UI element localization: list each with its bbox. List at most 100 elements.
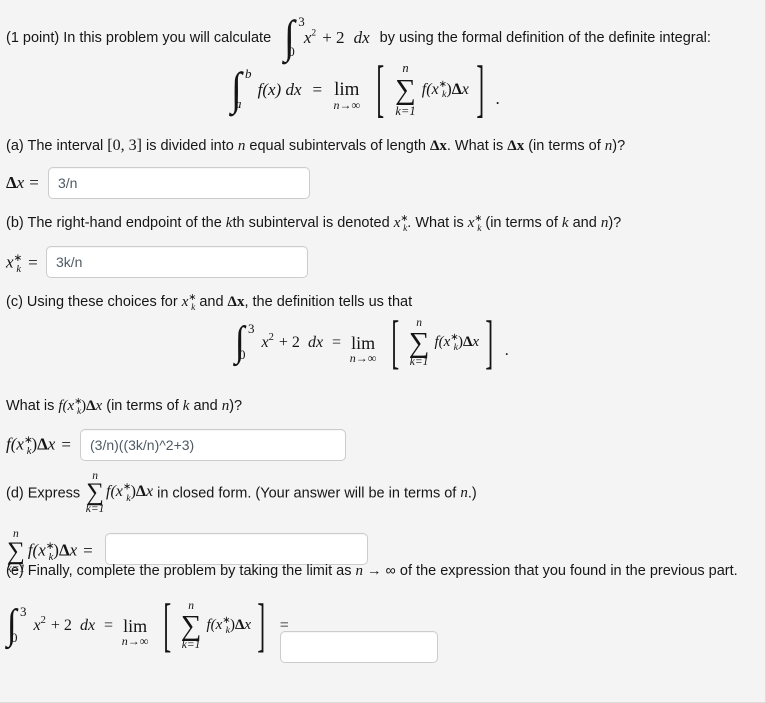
lim-label: lim bbox=[351, 332, 376, 353]
summand-f-open: f(x bbox=[434, 334, 451, 350]
summation-group: n ∑ k=1 bbox=[180, 600, 202, 651]
delta-symbol-c: Δ bbox=[37, 434, 48, 454]
part-c-sub-text-2: (in terms of bbox=[102, 398, 183, 414]
k-subscript: k bbox=[16, 264, 22, 276]
part-a-text-2: is divided into bbox=[141, 138, 238, 154]
var-k-2: k bbox=[561, 215, 569, 231]
delta-var: x bbox=[244, 617, 252, 633]
integral-upper-limit: 3 bbox=[20, 604, 27, 619]
part-b-text-2: th subinterval is denoted bbox=[232, 215, 394, 231]
equals-c: = bbox=[61, 434, 71, 454]
delta-var-c: x bbox=[47, 434, 56, 454]
period: . bbox=[504, 342, 509, 359]
part-a-text-6: )? bbox=[612, 138, 626, 154]
x-star-k-label-b: x∗k bbox=[6, 252, 22, 276]
bracket-close: ] bbox=[476, 52, 485, 124]
part-a-text-3: equal subintervals of length bbox=[245, 138, 430, 154]
part-b-text-3: . What is bbox=[407, 215, 468, 231]
part-d-answer-label: n ∑ k=1 f(x∗k)Δx = bbox=[6, 528, 93, 575]
sum-upper-limit: n bbox=[402, 60, 409, 75]
delta-var-d: x bbox=[69, 540, 78, 560]
equals-sign: = bbox=[332, 333, 342, 351]
bracket-close: ] bbox=[257, 591, 266, 658]
delta-x-2: Δx bbox=[507, 138, 525, 154]
sum-upper-limit: n bbox=[13, 527, 19, 540]
dx-label: dx bbox=[307, 333, 324, 351]
part-d-text-1: (d) Express bbox=[6, 485, 85, 502]
sum-sign-icon: ∑ bbox=[180, 609, 202, 642]
delta-symbol: Δ bbox=[135, 483, 146, 501]
part-b-text-1: (b) The right-hand endpoint of the bbox=[6, 215, 226, 231]
bracket-open: [ bbox=[163, 591, 172, 658]
integrand-tail: + 2 bbox=[322, 27, 345, 47]
x-star-k-2: x∗k bbox=[468, 214, 482, 236]
part-c-formula: ∫ 3 0 x2 + 2 dx = lim n→∞ [ n ∑ k=1 f(x∗… bbox=[232, 311, 509, 371]
part-b-text-6: )? bbox=[608, 215, 622, 231]
part-c-answer-label: f(x∗k)Δx = bbox=[6, 434, 71, 457]
limit-group: lim n→∞ bbox=[350, 332, 377, 364]
integrand-x: x bbox=[261, 333, 269, 351]
var-n-d: n bbox=[460, 485, 468, 502]
integrand-exponent: 2 bbox=[311, 27, 317, 39]
part-c-input[interactable] bbox=[80, 429, 346, 461]
x-glyph: x bbox=[6, 252, 14, 272]
x-star-k-c: x∗k bbox=[182, 293, 196, 315]
part-b-text-5: and bbox=[568, 215, 601, 231]
part-a-text-5: (in terms of bbox=[524, 138, 605, 154]
part-c-subquestion: What is f(x∗k)Δx (in terms of k and n)? bbox=[6, 397, 242, 419]
sum-sign-icon: ∑ bbox=[7, 537, 25, 565]
dx-label: dx bbox=[79, 616, 96, 634]
star-superscript: ∗ bbox=[474, 214, 483, 224]
part-c-sub-text-3: and bbox=[189, 398, 222, 414]
summation-group-d-label: n ∑ k=1 bbox=[7, 528, 26, 575]
sum-upper-limit: n bbox=[92, 470, 98, 483]
part-d-question: (d) Express n ∑ k=1 f(x∗k)Δx in closed form… bbox=[6, 470, 477, 515]
part-d-input[interactable] bbox=[105, 533, 368, 565]
integral-upper-limit: 3 bbox=[248, 321, 255, 336]
part-a-input[interactable] bbox=[48, 167, 310, 199]
integral-lower-limit: 0 bbox=[239, 347, 246, 362]
part-c-text-2: and bbox=[195, 294, 228, 310]
f-open-paren-d: f(x bbox=[27, 540, 46, 560]
part-e-text-1: (e) Finally, complete the problem by tak… bbox=[6, 563, 356, 579]
f-open-paren: f(x bbox=[58, 398, 75, 414]
star-superscript: ∗ bbox=[400, 214, 409, 224]
definition-integral: ∫ b a bbox=[230, 66, 252, 112]
part-c-integral: ∫ 3 0 bbox=[234, 321, 255, 363]
integral-lower-limit: 0 bbox=[11, 630, 18, 645]
part-e-formula: ∫ 3 0 x2 + 2 dx = lim n→∞ [ n ∑ k=1 f(x∗… bbox=[4, 594, 289, 654]
integrand-tail: + 2 bbox=[50, 616, 72, 634]
intro-prefix: (1 point) In this problem you will calcu… bbox=[6, 29, 272, 46]
star-superscript: ∗ bbox=[188, 293, 197, 303]
fx-dx: f(x) dx bbox=[257, 79, 302, 99]
intro-line: (1 point) In this problem you will calcu… bbox=[6, 14, 711, 60]
equals-b: = bbox=[28, 252, 38, 272]
summation-group: n ∑ k=1 bbox=[409, 317, 430, 368]
limit-group: lim n→∞ bbox=[333, 79, 360, 111]
fx-star-delta-x: f(x∗k)Δx bbox=[58, 397, 102, 417]
summation-group: n ∑ k=1 bbox=[395, 61, 416, 117]
k-subscript: k bbox=[477, 224, 482, 234]
delta-var: x bbox=[145, 483, 154, 501]
fx-star-delta-x-d: f(x∗k)Δx bbox=[106, 482, 154, 504]
part-b-input[interactable] bbox=[46, 246, 308, 278]
k-subscript: k bbox=[403, 224, 408, 234]
limit-group: lim n→∞ bbox=[122, 616, 149, 647]
part-a-text-4: . What is bbox=[446, 138, 508, 154]
delta-symbol-a: Δ bbox=[6, 173, 17, 192]
part-c-text-3: , the definition tells us that bbox=[244, 294, 413, 310]
x-star-k-1: x∗k bbox=[394, 214, 408, 236]
delta-symbol-d: Δ bbox=[58, 540, 70, 560]
sum-lower-limit: k=1 bbox=[409, 355, 429, 368]
delta-var: x bbox=[472, 334, 480, 350]
part-e-input[interactable] bbox=[280, 631, 438, 663]
part-e-text-2: of the expression that you found in the … bbox=[395, 563, 738, 579]
part-a-question: (a) The interval [0, 3] is divided into … bbox=[6, 136, 625, 156]
interval-0-3: [0, 3] bbox=[107, 137, 142, 154]
period: . bbox=[495, 89, 500, 108]
delta-symbol: Δ bbox=[451, 80, 462, 98]
intro-suffix: by using the formal definition of the de… bbox=[379, 29, 711, 46]
part-c-question: (c) Using these choices for x∗k and Δx, … bbox=[6, 293, 412, 315]
part-e-integral: ∫ 3 0 bbox=[6, 604, 27, 646]
definition-formula: ∫ b a f(x) dx = lim n→∞ [ n ∑ k=1 f(x∗k)… bbox=[228, 56, 500, 120]
